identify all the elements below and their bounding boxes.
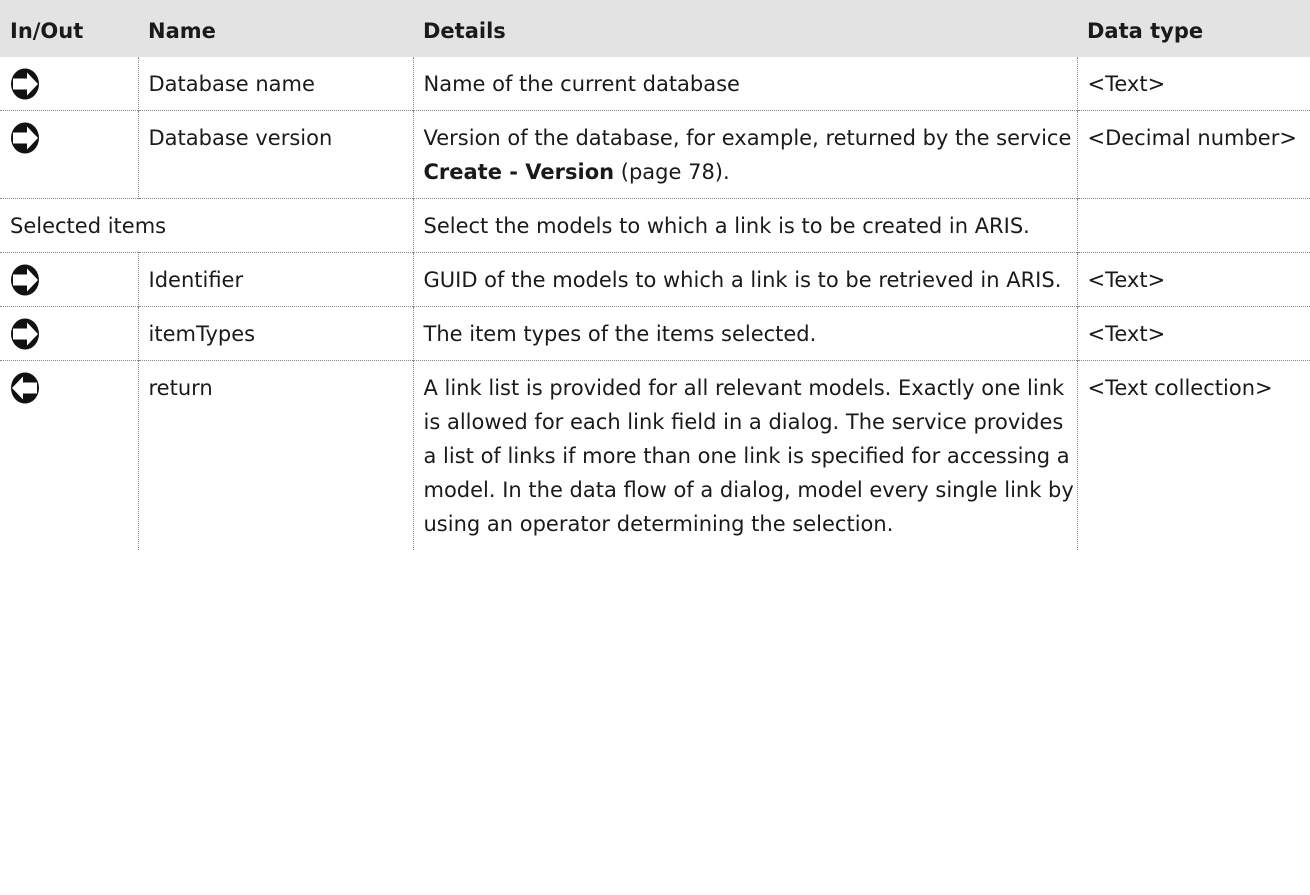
param-details: The item types of the items selected. [412,306,1077,361]
header-details: Details [413,0,1077,57]
service-link[interactable]: Create - Version [424,160,615,184]
page-reference: (page 78). [614,160,730,184]
param-details: GUID of the models to which a link is to… [412,252,1077,307]
direction-cell [0,111,138,199]
param-details: Version of the database, for example, re… [412,110,1077,199]
output-arrow-icon [11,372,39,404]
table-row: Selected items Select the models to whic… [0,198,1310,253]
direction-cell [0,361,138,551]
parameter-table: In/Out Name Details Data type Database n… [0,0,1310,550]
header-data-type: Data type [1077,0,1310,57]
param-type: <Text collection> [1076,360,1310,550]
input-arrow-icon [11,264,39,296]
param-name: itemTypes [137,306,413,361]
param-name: Identifier [137,252,413,307]
direction-cell [0,307,138,361]
input-arrow-icon [11,122,39,154]
param-name: Database version [137,110,413,199]
param-details: Name of the current database [412,57,1077,111]
param-type: <Text> [1076,57,1310,111]
param-details: A link list is provided for all relevant… [412,360,1077,550]
param-details: Select the models to which a link is to … [412,198,1077,253]
table-row: return A link list is provided for all r… [0,360,1310,551]
header-name: Name [138,0,413,57]
direction-cell [0,253,138,307]
param-name: return [137,360,413,550]
param-name: Database name [137,57,413,111]
table-row: Database version Version of the database… [0,110,1310,199]
table-row: Identifier GUID of the models to which a… [0,252,1310,307]
param-type: <Text> [1076,252,1310,307]
input-arrow-icon [11,68,39,100]
param-type [1076,198,1310,253]
table-row: Database name Name of the current databa… [0,57,1310,111]
param-group-name: Selected items [10,214,167,238]
param-type: <Text> [1076,306,1310,361]
param-type: <Decimal number> [1076,110,1310,199]
details-text: Version of the database, for example, re… [423,126,1072,150]
header-in-out: In/Out [0,0,138,57]
table-row: itemTypes The item types of the items se… [0,306,1310,361]
input-arrow-icon [11,318,39,350]
direction-cell [0,57,138,111]
header-row: In/Out Name Details Data type [0,0,1310,57]
